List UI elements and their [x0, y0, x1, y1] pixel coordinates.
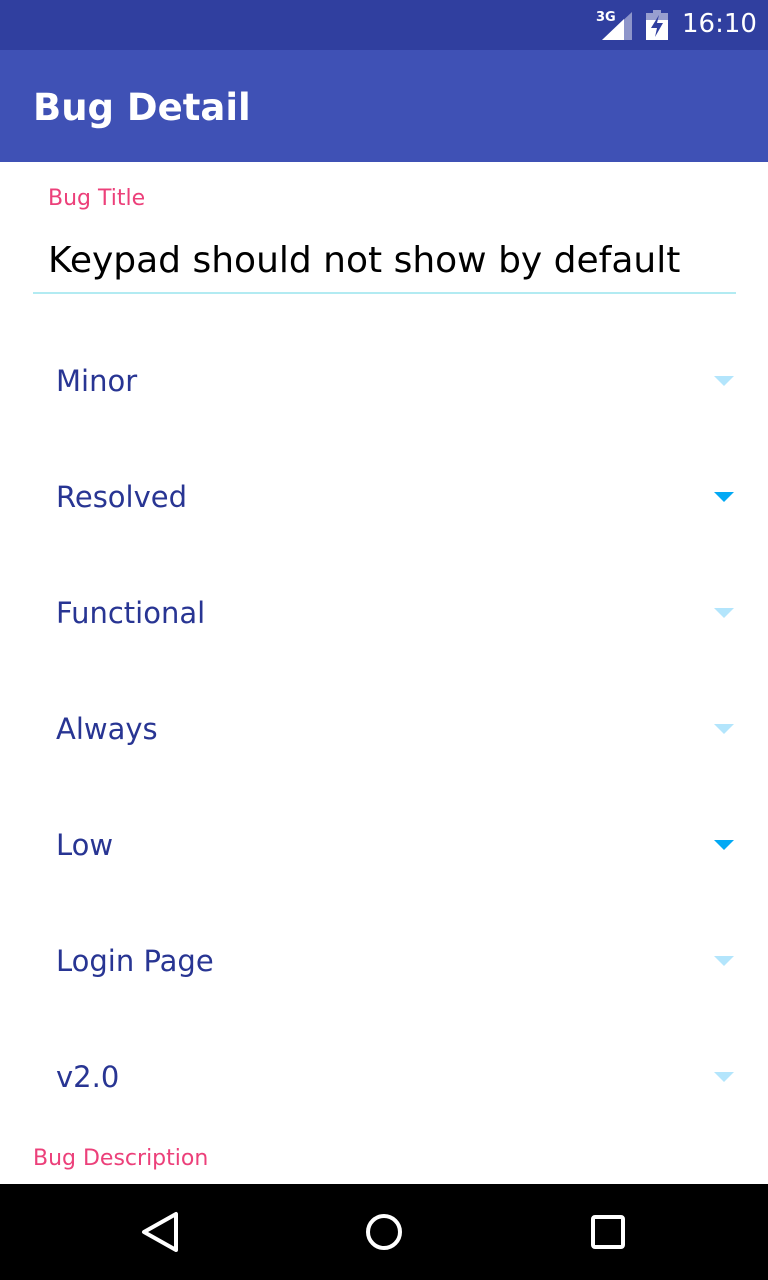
- dropdown-arrow-icon: [714, 492, 734, 502]
- signal-icon: [602, 12, 632, 40]
- spinner-value: Functional: [56, 596, 206, 630]
- spinner-value: Minor: [56, 364, 138, 398]
- dropdown-arrow-icon: [714, 376, 734, 386]
- status-spinner[interactable]: Resolved: [33, 439, 736, 555]
- spinner-value: Login Page: [56, 944, 214, 978]
- screen: 3G 16:10 Bug Detail Bug Title Minor Reso…: [0, 0, 768, 1280]
- navigation-bar: [0, 1184, 768, 1280]
- spinner-value: v2.0: [56, 1060, 120, 1094]
- spinner-value: Low: [56, 828, 114, 862]
- dropdown-arrow-icon: [714, 840, 734, 850]
- spinner-value: Always: [56, 712, 158, 746]
- severity-spinner[interactable]: Minor: [33, 323, 736, 439]
- priority-spinner[interactable]: Low: [33, 787, 736, 903]
- bug-title-label: Bug Title: [48, 186, 146, 211]
- back-triangle-icon[interactable]: [136, 1208, 184, 1256]
- dropdown-arrow-icon: [714, 608, 734, 618]
- type-spinner[interactable]: Functional: [33, 555, 736, 671]
- clock: 16:10: [682, 9, 757, 39]
- page-title: Bug Detail: [33, 86, 251, 129]
- app-bar: Bug Detail: [0, 50, 768, 162]
- bug-description-label: Bug Description: [33, 1146, 209, 1171]
- battery-charging-icon: [646, 10, 668, 40]
- spinner-value: Resolved: [56, 480, 188, 514]
- dropdown-arrow-icon: [714, 724, 734, 734]
- bug-title-input[interactable]: [33, 228, 736, 294]
- status-bar: 3G 16:10: [0, 0, 768, 50]
- dropdown-arrow-icon: [714, 956, 734, 966]
- home-circle-icon[interactable]: [360, 1208, 408, 1256]
- module-spinner[interactable]: Login Page: [33, 903, 736, 1019]
- version-spinner[interactable]: v2.0: [33, 1019, 736, 1135]
- dropdown-arrow-icon: [714, 1072, 734, 1082]
- reproducibility-spinner[interactable]: Always: [33, 671, 736, 787]
- recents-square-icon[interactable]: [584, 1208, 632, 1256]
